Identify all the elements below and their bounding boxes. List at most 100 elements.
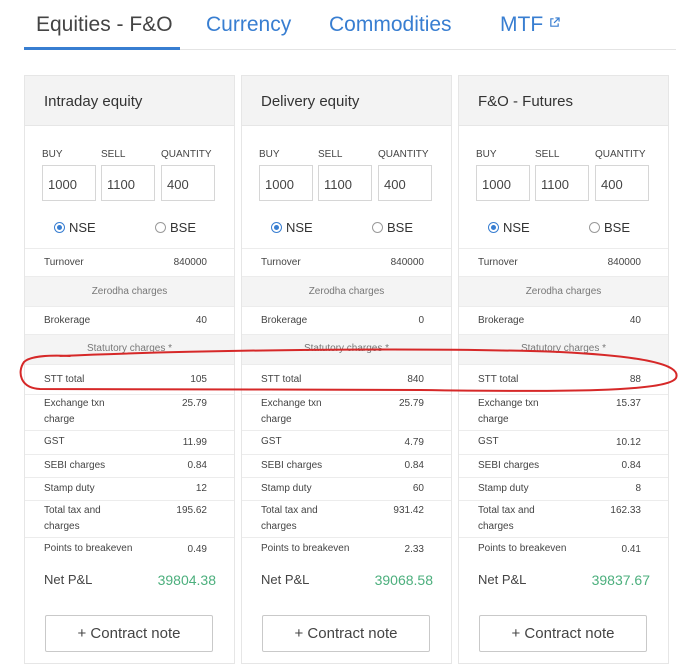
contract-note-button[interactable]: + Contract note — [262, 615, 430, 652]
breakeven-label: Points to breakeven — [44, 543, 133, 554]
gst-label: GST — [44, 436, 65, 447]
quantity-input[interactable]: 400 — [161, 165, 215, 201]
stamp-duty-label: Stamp duty — [44, 483, 95, 494]
stt-total-row: STT total 840 — [242, 364, 451, 394]
statutory-charges-label: Statutory charges * — [86, 343, 173, 354]
brokerage-row: Brokerage 40 — [25, 306, 234, 334]
sebi-charges-value: 0.84 — [404, 460, 424, 471]
sell-label: SELL — [318, 149, 343, 160]
stamp-duty-value: 60 — [412, 483, 424, 494]
quantity-input[interactable]: 400 — [378, 165, 432, 201]
contract-note-button[interactable]: + Contract note — [479, 615, 647, 652]
sell-price-input[interactable]: 1100 — [535, 165, 589, 201]
buy-label: BUY — [259, 149, 280, 160]
external-link-icon — [550, 17, 560, 27]
zerodha-charges-label: Zerodha charges — [308, 286, 385, 297]
net-pnl-label: Net P&L — [478, 572, 527, 587]
gst-row: GST 10.12 — [459, 430, 668, 454]
input-labels: BUY SELL QUANTITY — [259, 149, 439, 161]
breakeven-value: 0.49 — [187, 544, 207, 555]
turnover-row: Turnover 840000 — [242, 248, 451, 276]
nse-radio-button[interactable] — [271, 222, 282, 233]
brokerage-row: Brokerage 40 — [459, 306, 668, 334]
contract-note-button[interactable]: + Contract note — [45, 615, 213, 652]
stt-total-label: STT total — [478, 374, 519, 385]
exchange-txn-value: 25.79 — [181, 398, 207, 409]
bse-label: BSE — [604, 220, 631, 235]
gst-value: 4.79 — [404, 437, 424, 448]
charges-table: Turnover 840000 Zerodha charges Brokerag… — [25, 248, 234, 561]
turnover-label: Turnover — [478, 257, 518, 268]
breakeven-row: Points to breakeven 0.41 — [459, 537, 668, 561]
brokerage-label: Brokerage — [44, 315, 91, 326]
brokerage-label: Brokerage — [478, 315, 525, 326]
net-pnl-label: Net P&L — [261, 572, 310, 587]
brokerage-value: 40 — [629, 315, 641, 326]
quantity-label: QUANTITY — [161, 149, 212, 160]
zerodha-charges-header: Zerodha charges — [459, 276, 668, 306]
nse-radio-option[interactable]: NSE — [271, 219, 331, 237]
tab-mtf[interactable]: MTF — [500, 13, 560, 37]
nse-radio-button[interactable] — [54, 222, 65, 233]
stamp-duty-row: Stamp duty 12 — [25, 477, 234, 500]
statutory-charges-header: Statutory charges * — [25, 334, 234, 364]
stamp-duty-row: Stamp duty 60 — [242, 477, 451, 500]
bse-radio-button[interactable] — [372, 222, 383, 233]
total-tax-row: Total tax and charges 195.62 — [25, 500, 234, 537]
bse-radio-option[interactable]: BSE — [372, 219, 432, 237]
quantity-input[interactable]: 400 — [595, 165, 649, 201]
sebi-charges-row: SEBI charges 0.84 — [25, 454, 234, 477]
stt-total-label: STT total — [44, 374, 85, 385]
exchange-txn-label: Exchange txn charge — [478, 398, 539, 425]
stt-total-value: 88 — [629, 374, 641, 385]
buy-price-input[interactable]: 1000 — [476, 165, 530, 201]
turnover-value: 840000 — [607, 257, 641, 268]
total-tax-label: Total tax and charges — [478, 505, 535, 532]
input-labels: BUY SELL QUANTITY — [42, 149, 222, 161]
stt-total-value: 105 — [190, 374, 207, 385]
net-pnl-value: 39804.38 — [157, 572, 216, 588]
input-labels: BUY SELL QUANTITY — [476, 149, 656, 161]
stamp-duty-row: Stamp duty 8 — [459, 477, 668, 500]
nse-radio-option[interactable]: NSE — [488, 219, 548, 237]
statutory-charges-header: Statutory charges * — [242, 334, 451, 364]
gst-value: 11.99 — [182, 437, 207, 448]
bse-radio-option[interactable]: BSE — [589, 219, 649, 237]
sell-price-input[interactable]: 1100 — [101, 165, 155, 201]
buy-price-input[interactable]: 1000 — [42, 165, 96, 201]
exchange-txn-row: Exchange txn charge 25.79 — [242, 394, 451, 430]
nse-radio-button[interactable] — [488, 222, 499, 233]
net-pnl-label: Net P&L — [44, 572, 93, 587]
sebi-charges-label: SEBI charges — [261, 460, 323, 471]
charges-table: Turnover 840000 Zerodha charges Brokerag… — [242, 248, 451, 561]
tab-currency[interactable]: Currency — [206, 13, 291, 37]
sell-price-input[interactable]: 1100 — [318, 165, 372, 201]
gst-label: GST — [478, 436, 499, 447]
bse-label: BSE — [170, 220, 197, 235]
bse-radio-button[interactable] — [155, 222, 166, 233]
calculator-card-3: F&O - Futures BUY SELL QUANTITY 1000 110… — [458, 75, 669, 664]
bse-radio-option[interactable]: BSE — [155, 219, 215, 237]
net-pnl-row: Net P&L 39804.38 — [25, 572, 234, 596]
sebi-charges-label: SEBI charges — [44, 460, 106, 471]
net-pnl-row: Net P&L 39068.58 — [242, 572, 451, 596]
stamp-duty-value: 8 — [635, 483, 641, 494]
bse-label: BSE — [387, 220, 414, 235]
quantity-label: QUANTITY — [595, 149, 646, 160]
total-tax-label: Total tax and charges — [44, 505, 101, 532]
stamp-duty-value: 12 — [195, 483, 207, 494]
nse-radio-option[interactable]: NSE — [54, 219, 114, 237]
stt-total-row: STT total 88 — [459, 364, 668, 394]
bse-radio-button[interactable] — [589, 222, 600, 233]
buy-price-input[interactable]: 1000 — [259, 165, 313, 201]
exchange-txn-row: Exchange txn charge 15.37 — [459, 394, 668, 430]
breakeven-row: Points to breakeven 2.33 — [242, 537, 451, 561]
zerodha-charges-header: Zerodha charges — [242, 276, 451, 306]
brokerage-value: 40 — [195, 315, 207, 326]
tab-equities-fno[interactable]: Equities - F&O — [36, 13, 173, 37]
gst-row: GST 4.79 — [242, 430, 451, 454]
zerodha-charges-header: Zerodha charges — [25, 276, 234, 306]
turnover-label: Turnover — [44, 257, 84, 268]
buy-label: BUY — [476, 149, 497, 160]
tab-commodities[interactable]: Commodities — [329, 13, 452, 37]
